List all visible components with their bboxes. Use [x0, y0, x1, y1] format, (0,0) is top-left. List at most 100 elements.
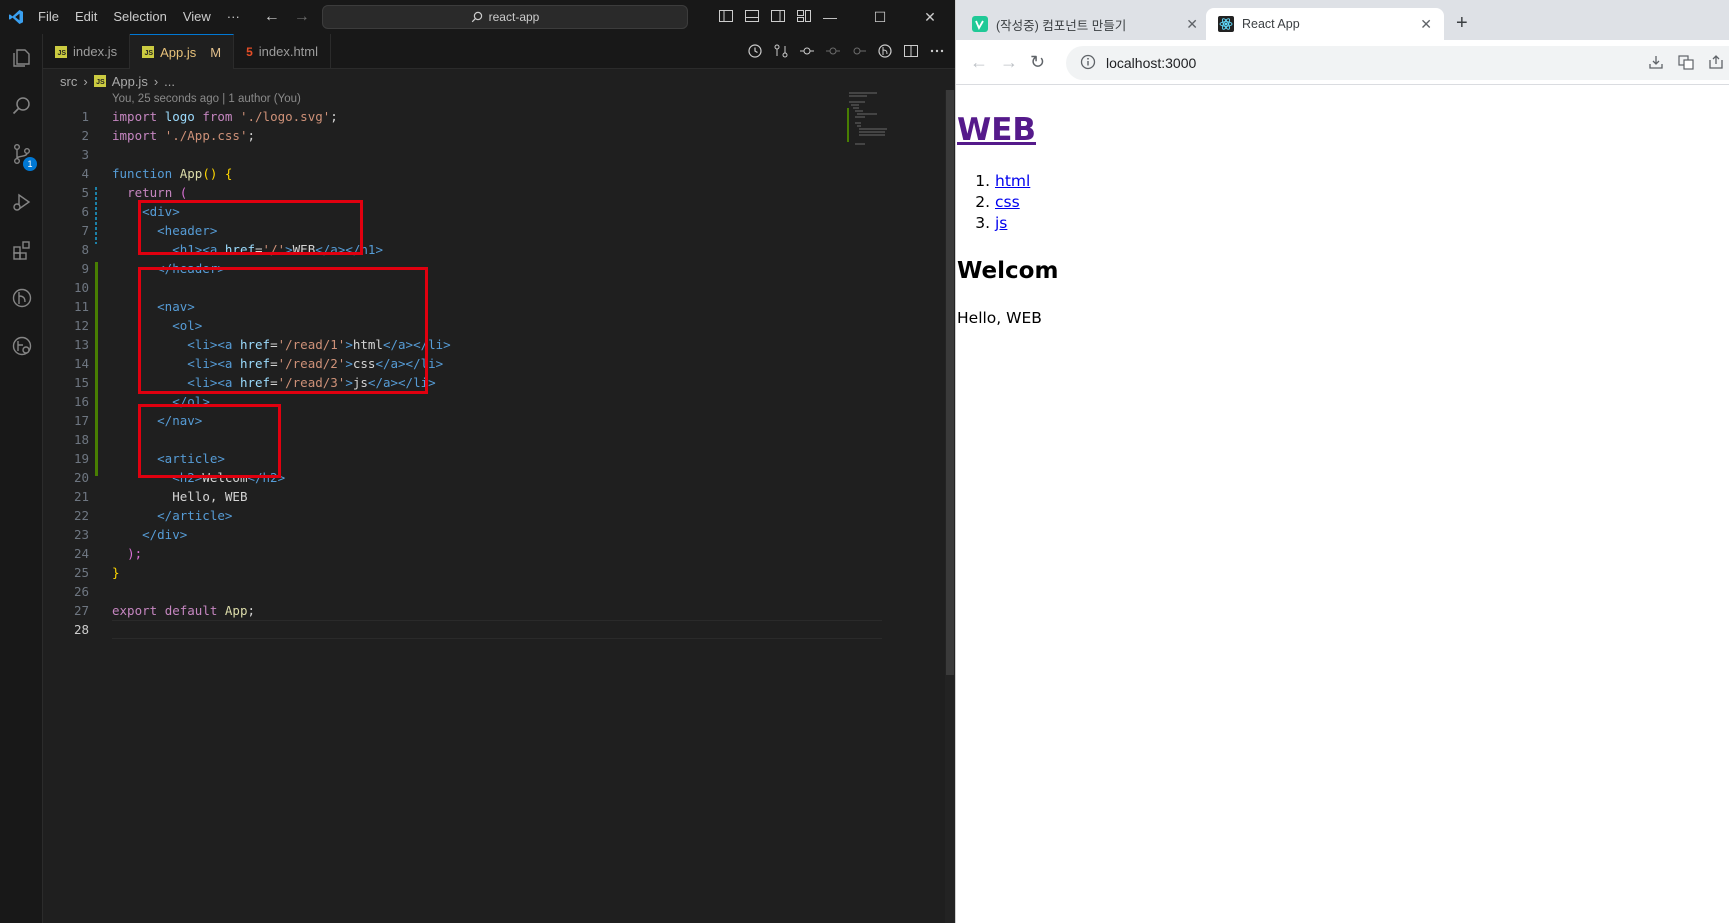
close-tab-icon[interactable]: ✕	[1186, 16, 1198, 33]
gitlens-icon[interactable]	[0, 274, 43, 322]
line-number: 25	[73, 565, 89, 580]
nav-link-js[interactable]: js	[995, 214, 1007, 232]
browser-tab-velog[interactable]: (작성중) 컴포넌트 만들기 ✕	[960, 8, 1210, 40]
line-number: 12	[73, 318, 89, 333]
url-text: localhost:3000	[1106, 55, 1197, 71]
velog-favicon-icon	[972, 16, 988, 32]
translate-icon[interactable]	[1678, 54, 1694, 70]
toggle-primary-sidebar-icon[interactable]	[718, 8, 734, 24]
more-actions-icon[interactable]	[929, 43, 945, 59]
nav-link-css[interactable]: css	[995, 193, 1020, 211]
menu-more[interactable]: ···	[219, 0, 248, 34]
line-number: 11	[73, 299, 89, 314]
home-link[interactable]: WEB	[957, 112, 1036, 148]
menu-file[interactable]: File	[30, 0, 67, 34]
code-line-23: </div>	[142, 527, 188, 542]
browser-tab-react-app[interactable]: React App ✕	[1206, 8, 1444, 40]
nav-list-item: js	[995, 213, 1030, 234]
code-line-21: Hello, WEB	[172, 489, 248, 504]
close-tab-icon[interactable]: ✕	[1420, 16, 1432, 33]
gitlens-inspect-icon[interactable]	[877, 43, 893, 59]
forward-arrow-icon[interactable]: →	[1000, 52, 1018, 73]
address-bar[interactable]: localhost:3000	[1066, 46, 1729, 80]
line-number: 20	[73, 470, 89, 485]
modified-lines-marker	[95, 187, 97, 244]
breadcrumb-item-file[interactable]: App.js	[112, 74, 148, 89]
reload-icon[interactable]: ↻	[1030, 52, 1045, 73]
line-number: 22	[73, 508, 89, 523]
back-arrow-icon[interactable]: ←	[264, 8, 280, 26]
explorer-icon[interactable]	[0, 34, 43, 82]
search-icon[interactable]	[0, 82, 43, 130]
back-arrow-icon[interactable]: ←	[970, 52, 988, 73]
line-number: 10	[73, 280, 89, 295]
next-change-icon[interactable]	[851, 43, 867, 59]
open-changes-icon[interactable]	[773, 43, 789, 59]
line-number: 2	[81, 128, 89, 143]
tab-app-js[interactable]: JS App.js M	[130, 34, 235, 69]
install-app-icon[interactable]	[1648, 54, 1664, 70]
editor-scrollbar[interactable]	[945, 90, 955, 923]
forward-arrow-icon[interactable]: →	[294, 8, 310, 26]
split-editor-icon[interactable]	[903, 43, 919, 59]
previous-change-icon[interactable]	[825, 43, 841, 59]
menu-selection[interactable]: Selection	[105, 0, 174, 34]
highlight-box-nav	[138, 267, 428, 394]
new-tab-button[interactable]: +	[1456, 12, 1468, 35]
extensions-icon[interactable]	[0, 226, 43, 274]
tab-label: index.js	[73, 44, 118, 59]
run-debug-icon[interactable]	[0, 178, 43, 226]
javascript-file-icon: JS	[142, 46, 155, 58]
breadcrumb-item-src[interactable]: src	[60, 74, 77, 89]
code-line-27: export default App;	[112, 603, 256, 618]
vscode-logo-icon[interactable]	[2, 0, 30, 34]
remote-explorer-icon[interactable]	[0, 322, 43, 370]
browser-tab-strip: (작성중) 컴포넌트 만들기 ✕ React App ✕ +	[956, 0, 1729, 40]
maximize-icon[interactable]: ☐	[855, 0, 905, 34]
scrollbar-thumb[interactable]	[946, 90, 954, 675]
line-number: 13	[73, 337, 89, 352]
line-number: 16	[73, 394, 89, 409]
breadcrumb-item-symbol[interactable]: ...	[164, 74, 175, 89]
page-header: WEB	[957, 112, 1036, 148]
code-editor[interactable]: You, 25 seconds ago | 1 author (You) 12 3…	[43, 90, 943, 923]
tab-index-html[interactable]: 5 index.html	[234, 34, 331, 69]
line-number: 6	[81, 204, 89, 219]
close-window-icon[interactable]: ✕	[905, 0, 955, 34]
nav-list: html css js	[977, 171, 1030, 234]
toggle-secondary-sidebar-icon[interactable]	[770, 8, 786, 24]
tab-index-js[interactable]: JS index.js	[43, 34, 131, 69]
line-number: 27	[73, 603, 89, 618]
line-number: 24	[73, 546, 89, 561]
minimap[interactable]	[847, 90, 907, 150]
minimize-icon[interactable]: —	[805, 0, 855, 34]
breadcrumb: src › JS App.js › ...	[60, 72, 175, 90]
line-number: 3	[81, 147, 89, 162]
line-number: 7	[81, 223, 89, 238]
activity-bar: 1	[0, 34, 43, 923]
javascript-file-icon: JS	[55, 45, 67, 58]
tab-label: App.js	[160, 44, 197, 60]
menu-view[interactable]: View	[175, 0, 219, 34]
title-bar: File Edit Selection View ··· ← → react-a…	[0, 0, 955, 34]
command-center[interactable]: react-app	[322, 5, 688, 29]
line-number: 4	[81, 166, 89, 181]
blame-toggle-icon[interactable]	[799, 43, 815, 59]
nav-link-html[interactable]: html	[995, 172, 1030, 190]
browser-tab-title: (작성중) 컴포넌트 만들기	[996, 18, 1127, 33]
modified-indicator: M	[210, 44, 222, 60]
git-blame-annotation[interactable]: You, 25 seconds ago | 1 author (You)	[112, 93, 301, 105]
javascript-file-icon: JS	[93, 75, 106, 87]
line-number: 21	[73, 489, 89, 504]
nav-list-item: css	[995, 192, 1030, 213]
article-title: Welcom	[957, 258, 1059, 284]
toggle-panel-icon[interactable]	[744, 8, 760, 24]
source-control-icon[interactable]: 1	[0, 130, 43, 178]
line-number-gutter: 1 2 3 4 5 6 7 8 9 10 11 12 13 14 15 16 17 18 19 20 21 22 23 24 2…	[43, 107, 89, 639]
share-icon[interactable]	[1708, 54, 1724, 70]
scm-badge: 1	[23, 157, 37, 171]
site-info-icon[interactable]	[1080, 54, 1096, 73]
added-lines-marker	[95, 262, 98, 476]
timeline-icon[interactable]	[747, 43, 763, 59]
menu-edit[interactable]: Edit	[67, 0, 105, 34]
